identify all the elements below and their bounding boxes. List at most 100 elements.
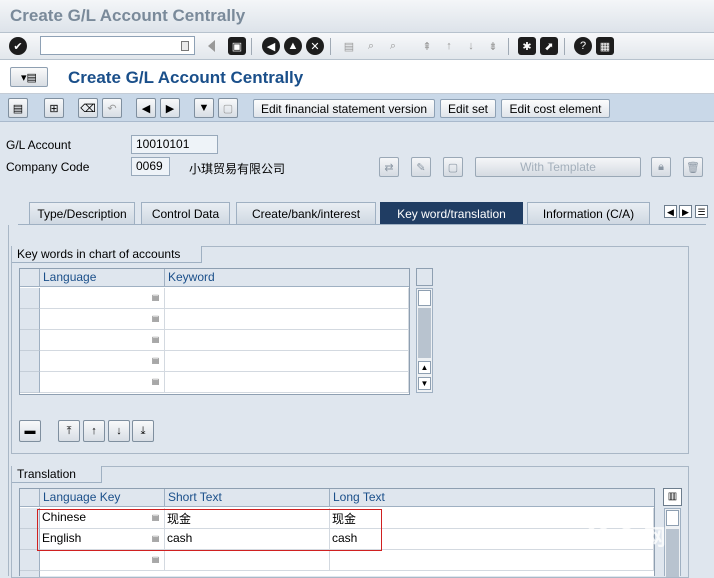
tab-label: Key word/translation [397,206,506,221]
edit-set-button[interactable]: Edit set [440,99,496,118]
keyword-language-cell[interactable]: ▤ [40,330,165,351]
long-text-cell[interactable] [330,550,654,571]
translation-language-cell[interactable]: ▤ [40,550,165,571]
other-object-icon[interactable]: ⊞ [44,98,64,118]
row-selector[interactable] [20,330,40,351]
create-session-icon[interactable]: ✱ [518,37,536,55]
tab-list-icon[interactable]: ☰ [695,205,708,218]
row-selector[interactable] [20,309,40,330]
last-entry-icon[interactable]: ⤓ [132,420,154,442]
col-keyword-header[interactable]: Keyword [165,269,409,287]
keyword-cell[interactable] [165,351,409,372]
new-document-icon[interactable]: ▢ [443,157,463,177]
keyword-cell[interactable] [165,288,409,309]
scroll-thumb[interactable] [418,290,431,306]
table-settings-icon[interactable] [416,268,433,286]
next-page-icon[interactable]: ↓ [462,37,480,55]
tab-baseline [18,224,706,225]
tab-keyword-translation[interactable]: Key word/translation [380,202,523,224]
value-help-icon[interactable]: ▤ [151,293,160,302]
find-icon[interactable]: ⌕ [362,37,380,55]
row-selector[interactable] [20,571,40,577]
switch-icon[interactable]: ⇄ [379,157,399,177]
edit-cost-element-button[interactable]: Edit cost element [501,99,610,118]
value-help-icon[interactable]: ▤ [151,356,160,365]
row-selector[interactable] [20,550,40,571]
edit-fs-version-button[interactable]: Edit financial statement version [253,99,435,118]
first-page-icon[interactable]: ⇞ [418,37,436,55]
gl-account-field[interactable]: 10010101 [131,135,218,154]
with-template-button[interactable]: With Template [475,157,641,177]
row-selector[interactable] [20,351,40,372]
col-language-header[interactable]: Language [40,269,165,287]
col-language-key-header[interactable]: Language Key [40,489,165,507]
tab-control-data[interactable]: Control Data [141,202,230,224]
row-selector[interactable] [20,288,40,309]
scroll-up-icon[interactable]: ▲ [418,361,431,374]
col-short-text-header[interactable]: Short Text [165,489,330,507]
filter-icon[interactable]: ▼ [194,98,214,118]
tab-scroll-right-icon[interactable]: ▶ [679,205,692,218]
back-icon[interactable]: ◀ [262,37,280,55]
previous-page-icon[interactable]: ↑ [440,37,458,55]
undo-icon[interactable]: ↶ [102,98,122,118]
value-help-icon[interactable]: ▤ [151,335,160,344]
value-help-icon[interactable]: ▤ [151,555,160,564]
keyword-cell[interactable] [165,330,409,351]
value-help-icon[interactable]: ▤ [151,377,160,386]
table-config-icon[interactable]: ▥ [663,488,682,506]
keyword-language-cell[interactable]: ▤ [40,309,165,330]
tab-scroll-left-icon[interactable]: ◀ [664,205,677,218]
previous-entry-icon[interactable]: ◀ [136,98,156,118]
tab-create-bank-interest[interactable]: Create/bank/interest [236,202,376,224]
layout-menu-icon[interactable]: ▦ [596,37,614,55]
help-icon[interactable]: ? [574,37,592,55]
scroll-down-icon[interactable]: ▼ [418,377,431,390]
last-page-icon[interactable]: ⇟ [484,37,502,55]
company-code-field[interactable]: 0069 [131,157,170,176]
shortcut-icon[interactable]: ⬈ [540,37,558,55]
enter-icon[interactable]: ✔ [9,37,27,55]
find-next-icon[interactable]: ⌕ [384,37,402,55]
scroll-track[interactable] [666,529,679,577]
keyword-language-cell[interactable]: ▤ [40,351,165,372]
keyword-language-cell[interactable]: ▤ [40,288,165,309]
short-text-cell[interactable] [165,550,330,571]
first-entry-icon[interactable]: ⤒ [58,420,80,442]
scroll-thumb[interactable] [666,510,679,526]
keyword-cell[interactable] [165,309,409,330]
tab-label: Create/bank/interest [251,206,361,221]
keyword-cell[interactable] [165,372,409,393]
select-all-cell[interactable] [20,269,40,287]
next-entry-icon[interactable]: ▶ [160,98,180,118]
menu-toggle-icon[interactable]: ▾▤ [10,67,48,87]
previous-block-icon[interactable]: ↑ [83,420,105,442]
document-icon[interactable]: ▢ [218,98,238,118]
table-layout-icon[interactable]: ▬ [19,420,41,442]
value-help-icon[interactable]: ▤ [151,314,160,323]
tab-type-description[interactable]: Type/Description [29,202,135,224]
history-back-icon[interactable] [208,40,215,52]
exit-icon[interactable]: ▲ [284,37,302,55]
row-selector[interactable] [20,372,40,393]
lock-icon[interactable]: 🔒︎ [651,157,671,177]
application-toolbar: ▤ ⊞ ⌫ ↶ ◀ ▶ ▼ ▢ Edit financial statement… [0,94,714,122]
cancel-icon[interactable]: ✕ [306,37,324,55]
save-icon[interactable]: ▣ [228,37,246,55]
trash-icon[interactable]: 🗑︎ [683,157,703,177]
display-change-icon[interactable]: ▤ [8,98,28,118]
translation-vertical-scrollbar[interactable] [664,508,681,577]
edit-pencil-icon[interactable]: ✎ [411,157,431,177]
next-block-icon[interactable]: ↓ [108,420,130,442]
tab-information-ca[interactable]: Information (C/A) [527,202,650,224]
keywords-vertical-scrollbar[interactable]: ▲ ▼ [416,288,433,393]
command-field[interactable] [40,36,195,55]
print-icon[interactable]: ▤ [340,37,358,55]
delete-row-icon[interactable]: ⌫ [78,98,98,118]
scroll-track[interactable] [418,308,431,358]
keyword-language-cell[interactable]: ▤ [40,372,165,393]
command-dropdown-icon[interactable] [181,41,189,51]
select-all-cell[interactable] [20,489,40,507]
col-long-text-header[interactable]: Long Text [330,489,654,507]
highlight-box [37,509,382,551]
